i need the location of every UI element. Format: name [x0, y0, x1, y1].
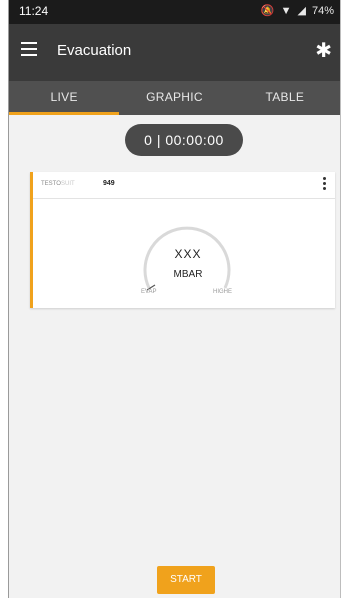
start-button[interactable]: START — [157, 566, 215, 594]
tab-bar: LIVE GRAPHIC TABLE — [9, 81, 340, 115]
gauge-unit: MBAR — [173, 269, 203, 280]
measurement-card: TESTO SUIT 949 XXX MBAR EVAP HIGHE — [30, 172, 335, 308]
device-name: SUIT — [61, 181, 75, 187]
signal-icon: ◢ — [297, 5, 306, 17]
timer-display: 0 | 00:00:00 — [125, 124, 243, 156]
app-bar: Evacuation ✱ — [9, 24, 340, 81]
battery-label: 74% — [311, 4, 334, 17]
gear-icon[interactable]: ✱ — [315, 38, 332, 63]
gauge-value: XXX — [174, 247, 202, 261]
device-model: 949 — [103, 180, 115, 187]
more-options-icon[interactable] — [323, 177, 327, 192]
gauge-max-label: HIGHE — [213, 289, 233, 295]
status-icons: 🔕 ▼ ◢ 74% — [260, 4, 334, 18]
status-time: 11:24 — [19, 4, 49, 18]
menu-icon[interactable] — [21, 42, 37, 56]
card-header: TESTO SUIT 949 — [33, 172, 335, 199]
tab-live[interactable]: LIVE — [9, 81, 120, 115]
wifi-icon: ▼ — [280, 4, 292, 17]
tab-table[interactable]: TABLE — [230, 81, 340, 115]
mute-icon: 🔕 — [260, 5, 275, 17]
status-bar: 11:24 🔕 ▼ ◢ 74% — [9, 0, 340, 24]
page-title: Evacuation — [57, 42, 132, 59]
tab-graphic[interactable]: GRAPHIC — [119, 81, 229, 115]
gauge-min-label: EVAP — [141, 289, 157, 295]
app-frame: 11:24 🔕 ▼ ◢ 74% Evacuation ✱ LIVE GRAPHI… — [8, 0, 341, 598]
device-brand: TESTO — [41, 181, 61, 187]
